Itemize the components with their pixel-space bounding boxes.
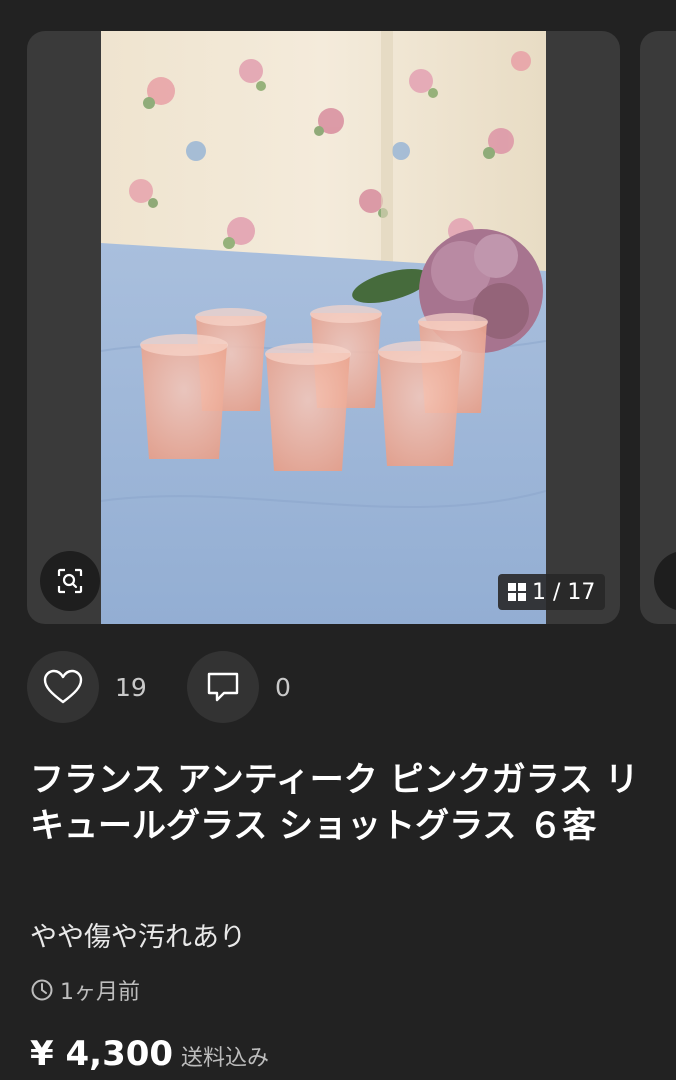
posted-time-text: 1ヶ月前: [60, 980, 140, 1005]
like-button[interactable]: [27, 651, 99, 723]
next-image-preview[interactable]: [640, 31, 676, 624]
grid-icon: [508, 583, 526, 601]
comment-button[interactable]: [187, 651, 259, 723]
zoom-button[interactable]: [40, 551, 100, 611]
price-row: ¥ 4,300 送料込み: [30, 1034, 269, 1074]
clock-icon: [31, 979, 53, 1001]
item-detail-page: 1 / 17 19 0 フランス アンティーク ピンクガラス リキュールグラス …: [0, 0, 676, 1080]
image-counter-text: 1 / 17: [532, 579, 596, 605]
zoom-search-icon: [57, 568, 83, 594]
item-condition: やや傷や汚れあり: [30, 922, 246, 953]
next-zoom-button[interactable]: [654, 551, 676, 611]
action-bar: 19 0: [27, 651, 291, 723]
shipping-note: 送料込み: [181, 1046, 270, 1071]
image-counter[interactable]: 1 / 17: [498, 574, 606, 610]
item-price: ¥ 4,300: [30, 1034, 174, 1074]
product-photo-image: [101, 31, 546, 624]
comment-icon: [207, 672, 239, 702]
product-photo[interactable]: [101, 31, 546, 624]
comment-count: 0: [275, 672, 291, 702]
item-title: フランス アンティーク ピンクガラス リキュールグラス ショットグラス ６客: [30, 760, 639, 846]
like-count: 19: [115, 672, 147, 702]
posted-time: 1ヶ月前: [30, 974, 140, 1006]
image-carousel[interactable]: 1 / 17: [27, 31, 620, 624]
heart-icon: [43, 669, 83, 704]
